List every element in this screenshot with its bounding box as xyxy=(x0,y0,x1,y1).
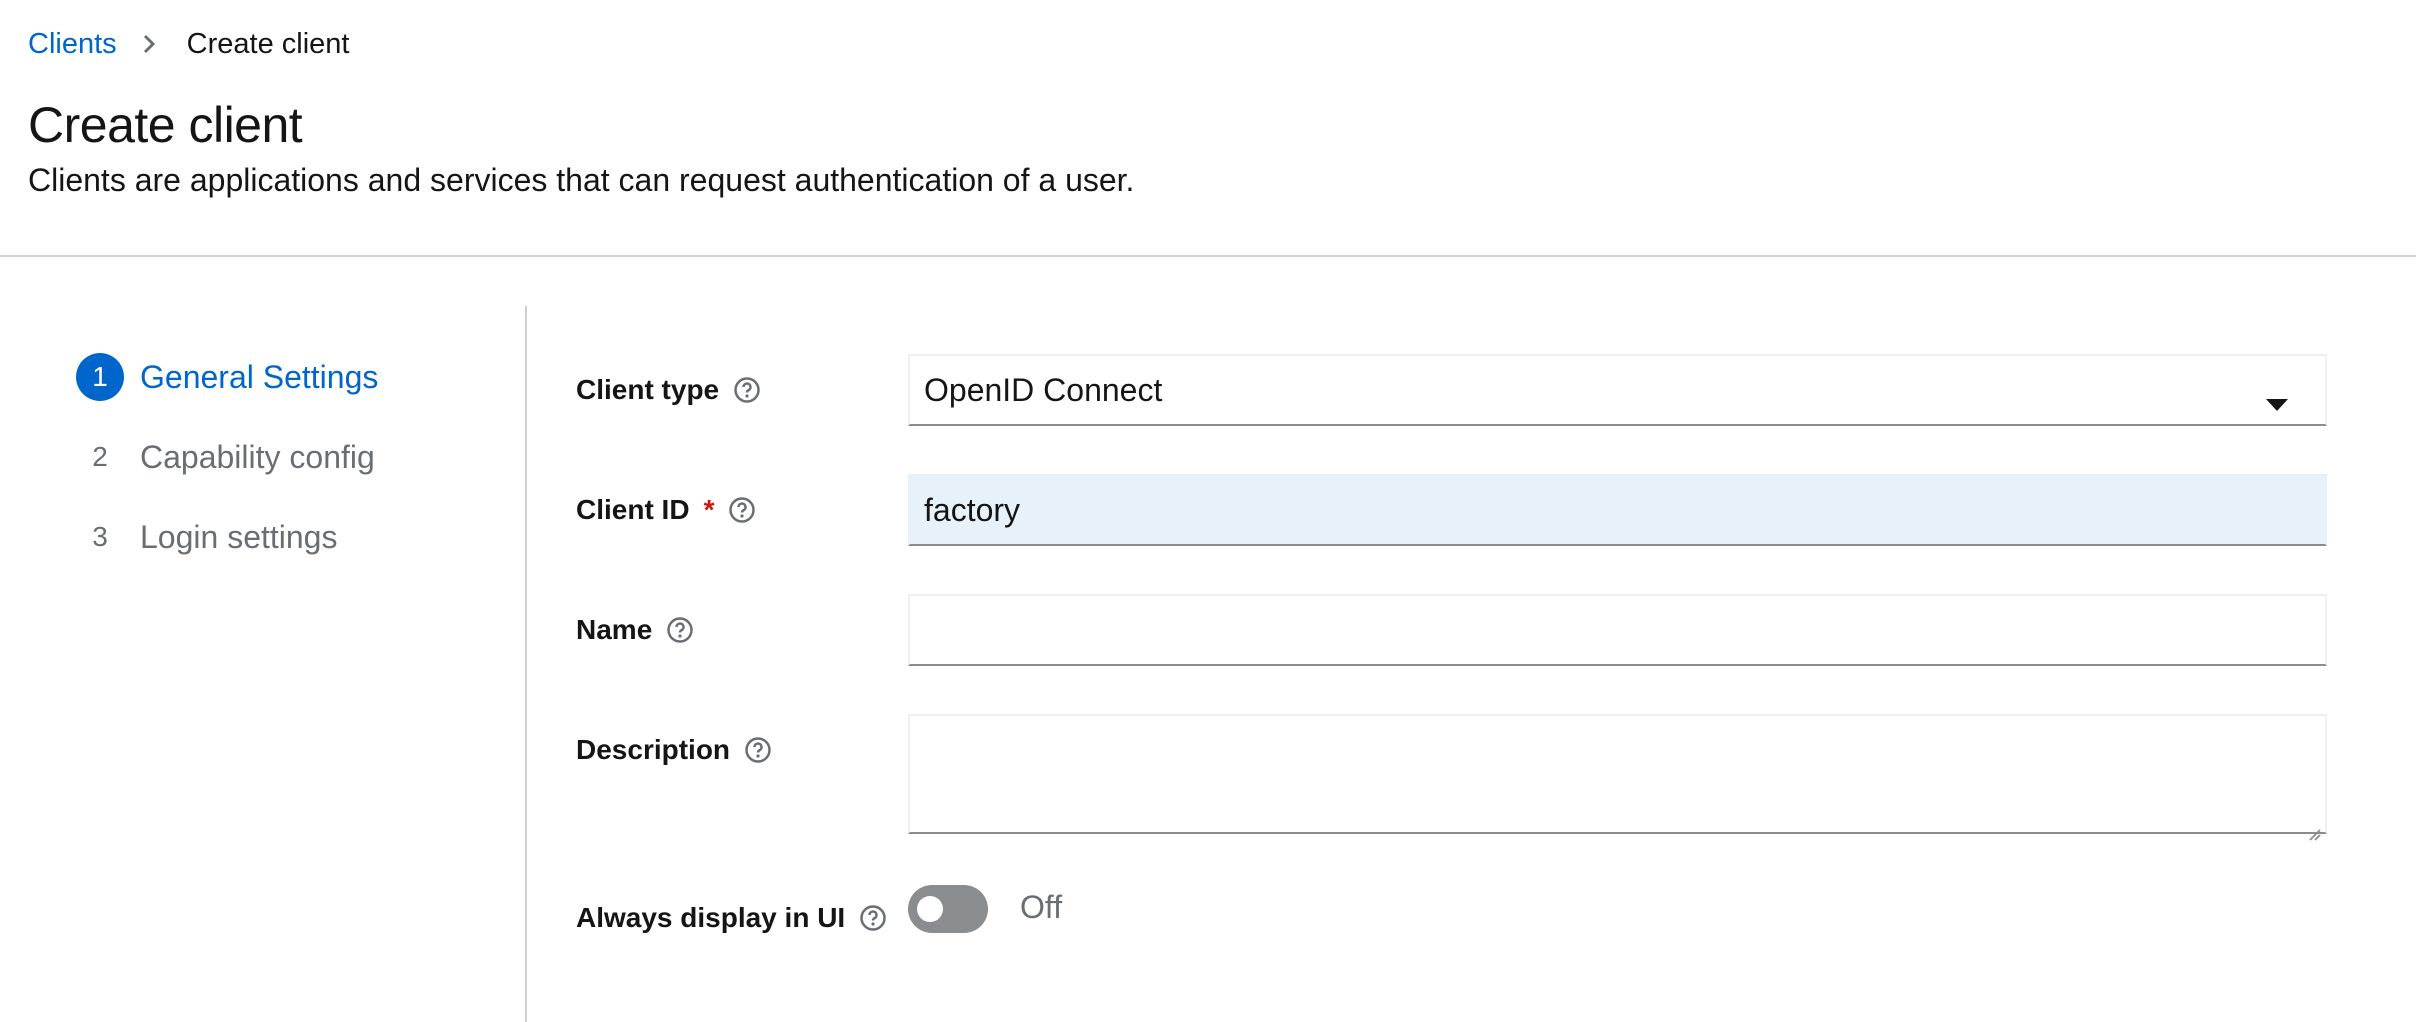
question-circle-icon[interactable] xyxy=(744,736,772,764)
step-label: General Settings xyxy=(140,358,379,395)
step-label: Capability config xyxy=(140,438,375,475)
client-type-select[interactable]: OpenID Connect xyxy=(908,354,2327,426)
always-display-label: Always display in UI xyxy=(576,902,887,934)
client-type-value: OpenID Connect xyxy=(924,371,1163,408)
description-label: Description xyxy=(576,734,772,766)
step-number: 3 xyxy=(92,521,108,552)
name-label-text: Name xyxy=(576,614,653,645)
step-number: 2 xyxy=(92,441,108,472)
chevron-right-icon xyxy=(129,24,169,64)
client-type-row: Client type xyxy=(576,370,761,410)
question-circle-icon[interactable] xyxy=(859,904,887,932)
breadcrumb: Clients Create client xyxy=(28,24,349,64)
resize-handle-icon[interactable] xyxy=(2305,812,2321,841)
client-id-label-text: Client ID xyxy=(576,494,690,525)
always-display-row: Always display in UI xyxy=(576,898,887,938)
step-label: Login settings xyxy=(140,518,338,555)
client-type-label: Client type xyxy=(576,374,761,406)
wizard-nav: 1 General Settings 2 Capability config 3… xyxy=(0,306,527,1022)
description-row: Description xyxy=(576,730,772,770)
always-display-toggle[interactable] xyxy=(908,885,988,933)
name-row: Name xyxy=(576,610,694,650)
client-id-row: Client ID * xyxy=(576,490,756,530)
client-id-label: Client ID * xyxy=(576,494,756,526)
name-input[interactable] xyxy=(908,594,2327,666)
description-textarea[interactable] xyxy=(908,714,2327,841)
breadcrumb-current: Create client xyxy=(186,27,350,60)
description-label-text: Description xyxy=(576,734,731,765)
question-circle-icon[interactable] xyxy=(728,496,756,524)
required-indicator: * xyxy=(703,494,715,525)
step-number: 1 xyxy=(76,353,124,401)
caret-down-icon xyxy=(2265,383,2289,411)
page-title: Create client xyxy=(28,97,303,153)
wizard-step-capability-config[interactable]: 2 Capability config xyxy=(76,433,375,481)
toggle-state-label: Off xyxy=(1020,889,1063,925)
breadcrumb-link-clients[interactable]: Clients xyxy=(28,28,117,61)
question-circle-icon[interactable] xyxy=(666,616,694,644)
name-label: Name xyxy=(576,614,694,646)
always-display-label-text: Always display in UI xyxy=(576,902,846,933)
toggle-knob xyxy=(917,896,943,922)
client-type-label-text: Client type xyxy=(576,374,720,405)
wizard-step-login-settings[interactable]: 3 Login settings xyxy=(76,513,337,561)
client-id-value: factory xyxy=(924,491,1021,528)
page-header: Clients Create client Create client Clie… xyxy=(0,0,2416,257)
page-description: Clients are applications and services th… xyxy=(28,162,1135,198)
client-id-input[interactable]: factory xyxy=(908,474,2327,546)
wizard-step-general-settings[interactable]: 1 General Settings xyxy=(76,353,378,401)
question-circle-icon[interactable] xyxy=(733,376,761,404)
